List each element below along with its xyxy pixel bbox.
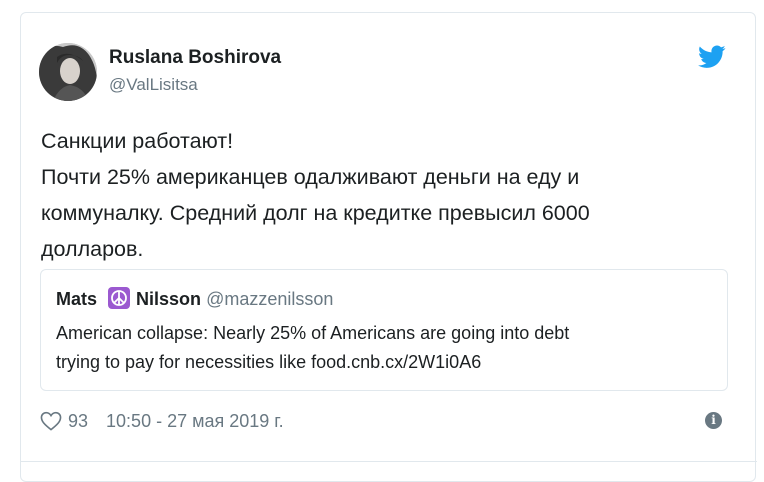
avatar[interactable] <box>39 43 97 101</box>
tweet-line: долларов. <box>41 237 144 261</box>
divider <box>21 461 757 462</box>
heart-icon[interactable] <box>40 411 62 431</box>
quoted-line: trying to pay for necessities like food.… <box>56 352 482 372</box>
tweet-card[interactable]: Ruslana Boshirova @ValLisitsa Санкции ра… <box>20 12 757 482</box>
quoted-handle[interactable]: @mazzenilsson <box>206 289 333 309</box>
author-name[interactable]: Ruslana Boshirova <box>109 47 281 69</box>
timestamp[interactable]: 10:50 - 27 мая 2019 г. <box>106 411 284 432</box>
quoted-name-first[interactable]: Mats <box>56 289 97 309</box>
quoted-text: American collapse: Nearly 25% of America… <box>56 319 569 377</box>
quoted-line: American collapse: Nearly 25% of America… <box>56 323 570 343</box>
like-count[interactable]: 93 <box>68 411 88 432</box>
peace-symbol-icon <box>108 287 131 309</box>
quoted-header: Mats Nilsson @mazzenilsson <box>56 287 333 310</box>
tweet-line: Почти 25% американцев одалживают деньги … <box>41 165 580 189</box>
quoted-tweet[interactable]: Mats Nilsson @mazzenilsson American coll… <box>40 269 728 391</box>
tweet-line: Санкции работают! <box>41 129 234 153</box>
twitter-bird-icon[interactable] <box>698 45 726 69</box>
quoted-name-last[interactable]: Nilsson <box>136 289 201 309</box>
tweet-line: коммуналку. Средний долг на кредитке пре… <box>41 201 590 225</box>
tweet-footer: 93 10:50 - 27 мая 2019 г. <box>40 409 284 433</box>
info-icon[interactable]: i <box>705 412 722 429</box>
tweet-text: Санкции работают! Почти 25% американцев … <box>41 123 731 267</box>
author-handle[interactable]: @ValLisitsa <box>109 75 198 95</box>
